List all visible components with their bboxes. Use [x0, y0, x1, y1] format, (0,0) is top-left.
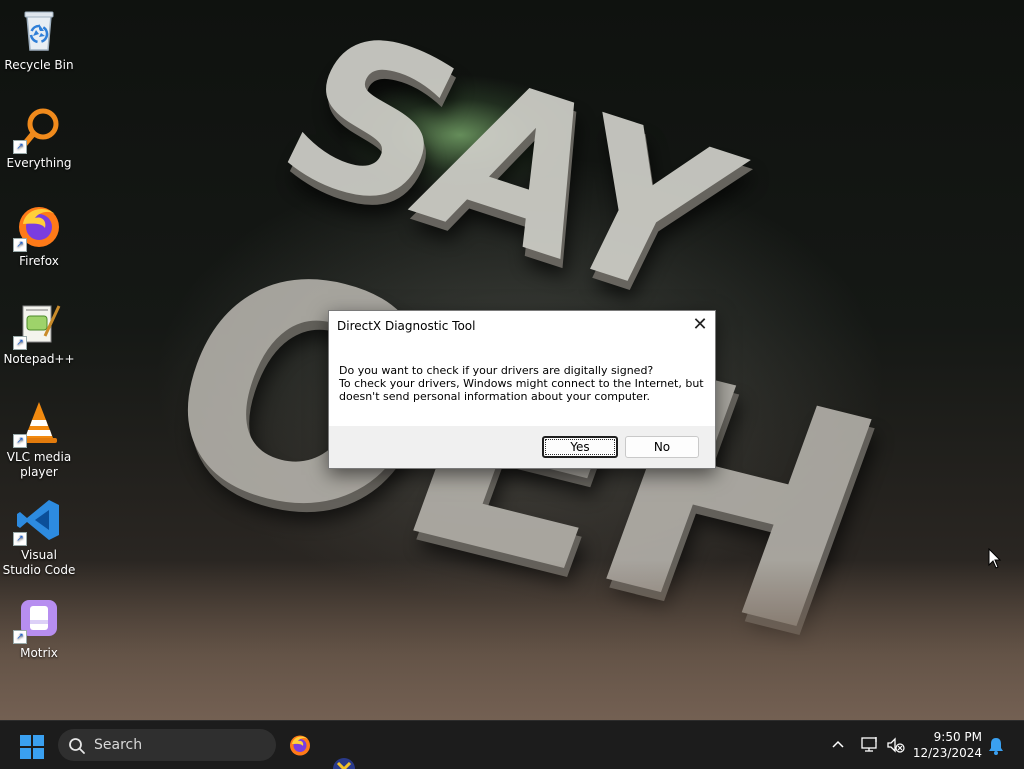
- desktop-icon-label: Visual Studio Code: [2, 548, 76, 577]
- desktop-icon-label: Motrix: [20, 646, 58, 660]
- dialog-footer: Yes No: [329, 426, 715, 468]
- desktop-icon-everything[interactable]: ↗ Everything: [2, 98, 76, 171]
- shortcut-arrow-icon: ↗: [13, 140, 27, 154]
- network-icon[interactable]: [860, 735, 880, 755]
- motrix-icon: ↗: [13, 594, 63, 644]
- taskbar-search-box[interactable]: Search: [58, 729, 276, 761]
- notification-bell-icon[interactable]: [988, 737, 1004, 755]
- search-placeholder: Search: [94, 737, 143, 753]
- close-icon[interactable]: ✕: [685, 311, 715, 339]
- taskbar-directx-icon[interactable]: [332, 757, 356, 769]
- dialog-message-line: Do you want to check if your drivers are…: [339, 364, 654, 377]
- wallpaper-floor: [0, 560, 1024, 720]
- vscode-icon: ↗: [13, 496, 63, 546]
- dialog-message-line: doesn't send personal information about …: [339, 390, 650, 403]
- no-button[interactable]: No: [625, 436, 699, 458]
- shortcut-arrow-icon: ↗: [13, 336, 27, 350]
- desktop-icon-notepad-plus-plus[interactable]: ↗ Notepad++: [2, 294, 76, 367]
- mouse-cursor-icon: [988, 547, 1002, 570]
- shortcut-arrow-icon: ↗: [13, 532, 27, 546]
- shortcut-arrow-icon: ↗: [13, 238, 27, 252]
- dialog-title: DirectX Diagnostic Tool: [337, 319, 476, 333]
- desktop-icon-label: VLC media player: [6, 450, 72, 479]
- taskbar-firefox-icon[interactable]: [288, 733, 312, 757]
- volume-muted-icon[interactable]: [886, 735, 906, 755]
- desktop-icon-label: Notepad++: [3, 352, 75, 366]
- desktop-icon-label: Firefox: [19, 254, 59, 268]
- clock-date: 12/23/2024: [912, 746, 982, 760]
- dialog-message-line: To check your drivers, Windows might con…: [339, 377, 704, 390]
- shortcut-arrow-icon: ↗: [13, 630, 27, 644]
- firefox-icon: ↗: [13, 202, 63, 252]
- system-clock[interactable]: 9:50 PM 12/23/2024: [910, 729, 982, 761]
- search-icon: [68, 737, 86, 755]
- yes-button[interactable]: Yes: [542, 436, 618, 458]
- clock-time: 9:50 PM: [933, 730, 982, 744]
- notepad-plus-plus-icon: ↗: [13, 300, 63, 350]
- start-button[interactable]: [20, 735, 44, 759]
- chevron-up-icon[interactable]: [830, 737, 846, 753]
- everything-icon: ↗: [13, 104, 63, 154]
- taskbar: Search 9:50 PM 12/23/2024: [0, 720, 1024, 769]
- desktop-icon-label: Everything: [6, 156, 72, 170]
- desktop-icon-vscode[interactable]: ↗ Visual Studio Code: [2, 490, 76, 578]
- windows-logo-icon: [20, 735, 44, 759]
- recycle-bin-icon: [15, 6, 63, 54]
- desktop-icon-firefox[interactable]: ↗ Firefox: [2, 196, 76, 269]
- desktop-icon-motrix[interactable]: ↗ Motrix: [2, 588, 76, 661]
- desktop-icon-vlc[interactable]: ↗ VLC media player: [2, 392, 76, 480]
- shortcut-arrow-icon: ↗: [13, 434, 27, 448]
- vlc-icon: ↗: [13, 398, 63, 448]
- desktop-icon-label: Recycle Bin: [4, 58, 74, 72]
- directx-dialog: DirectX Diagnostic Tool ✕ Do you want to…: [328, 310, 716, 469]
- desktop-icon-recycle-bin[interactable]: Recycle Bin: [2, 0, 76, 73]
- dialog-message: Do you want to check if your drivers are…: [339, 364, 704, 403]
